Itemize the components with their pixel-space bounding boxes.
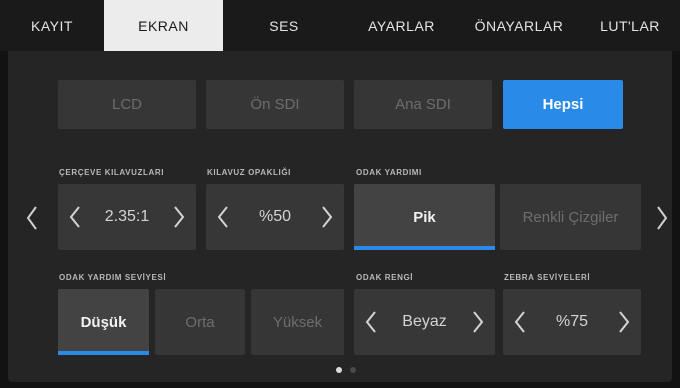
focus-assist-peak-button[interactable]: Pik xyxy=(354,184,495,250)
guide-opacity-value: %50 xyxy=(258,208,292,225)
page-prev-arrow[interactable] xyxy=(24,205,40,235)
tab-label: LUT'LAR xyxy=(600,17,660,34)
output-front-sdi-button[interactable]: Ön SDI xyxy=(206,80,344,129)
page-indicator xyxy=(336,367,356,373)
focus-level-high-button[interactable]: Yüksek xyxy=(251,289,344,355)
output-label: Ana SDI xyxy=(395,96,451,113)
tab-label: SES xyxy=(269,17,299,34)
focus-color-stepper: Beyaz xyxy=(354,289,495,355)
chevron-left-icon xyxy=(26,205,38,236)
chevron-left-icon[interactable] xyxy=(513,309,527,335)
chevron-right-icon xyxy=(656,205,668,236)
tab-onayarlar[interactable]: ÖNAYARLAR xyxy=(458,0,580,51)
output-label: LCD xyxy=(111,96,142,113)
chevron-left-icon[interactable] xyxy=(364,309,378,335)
zebra-levels-label: ZEBRA SEVİYELERİ xyxy=(504,273,591,282)
frame-guides-label: ÇERÇEVE KILAVUZLARI xyxy=(59,168,165,177)
focus-assist-label: ODAK YARDIMI xyxy=(356,168,422,177)
guide-opacity-label: KILAVUZ OPAKLIĞI xyxy=(207,168,291,177)
tab-lutlar[interactable]: LUT'LAR xyxy=(580,0,680,51)
frame-guides-stepper: 2.35:1 xyxy=(58,184,196,250)
tab-ayarlar[interactable]: AYARLAR xyxy=(345,0,458,51)
focus-color-value: Beyaz xyxy=(402,313,447,330)
page-next-arrow[interactable] xyxy=(654,205,670,235)
tab-label: EKRAN xyxy=(138,17,189,34)
chevron-right-icon[interactable] xyxy=(320,204,334,230)
tab-bar: KAYIT EKRAN SES AYARLAR ÖNAYARLAR LUT'LA… xyxy=(0,0,680,51)
focus-level-low-button[interactable]: Düşük xyxy=(58,289,149,355)
page-dot[interactable] xyxy=(350,367,356,373)
tab-ekran[interactable]: EKRAN xyxy=(104,0,223,51)
tab-kayit[interactable]: KAYIT xyxy=(0,0,104,51)
chevron-left-icon[interactable] xyxy=(216,204,230,230)
output-label: Ön SDI xyxy=(250,96,300,113)
guide-opacity-stepper: %50 xyxy=(206,184,344,250)
frame-guides-value: 2.35:1 xyxy=(104,208,150,225)
zebra-levels-value: %75 xyxy=(555,313,589,330)
focus-assist-option-label: Pik xyxy=(413,208,436,226)
chevron-right-icon[interactable] xyxy=(617,309,631,335)
page-dot[interactable] xyxy=(336,367,342,373)
zebra-levels-stepper: %75 xyxy=(503,289,641,355)
focus-assist-option-label: Renkli Çizgiler xyxy=(522,208,619,226)
focus-level-option-label: Orta xyxy=(185,313,215,331)
output-lcd-button[interactable]: LCD xyxy=(58,80,196,129)
chevron-left-icon[interactable] xyxy=(68,204,82,230)
output-label: Hepsi xyxy=(542,96,584,113)
tab-ses[interactable]: SES xyxy=(223,0,345,51)
output-all-button[interactable]: Hepsi xyxy=(503,80,623,129)
tab-label: AYARLAR xyxy=(368,17,435,34)
tab-label: KAYIT xyxy=(31,17,73,34)
focus-assist-level-label: ODAK YARDIM SEVİYESİ xyxy=(59,273,167,282)
focus-level-option-label: Yüksek xyxy=(272,313,323,331)
chevron-right-icon[interactable] xyxy=(172,204,186,230)
output-main-sdi-button[interactable]: Ana SDI xyxy=(354,80,492,129)
focus-color-label: ODAK RENGİ xyxy=(356,273,414,282)
focus-assist-colored-lines-button[interactable]: Renkli Çizgiler xyxy=(500,184,641,250)
chevron-right-icon[interactable] xyxy=(471,309,485,335)
focus-level-option-label: Düşük xyxy=(80,313,127,331)
tab-label: ÖNAYARLAR xyxy=(474,17,564,34)
focus-level-medium-button[interactable]: Orta xyxy=(155,289,245,355)
